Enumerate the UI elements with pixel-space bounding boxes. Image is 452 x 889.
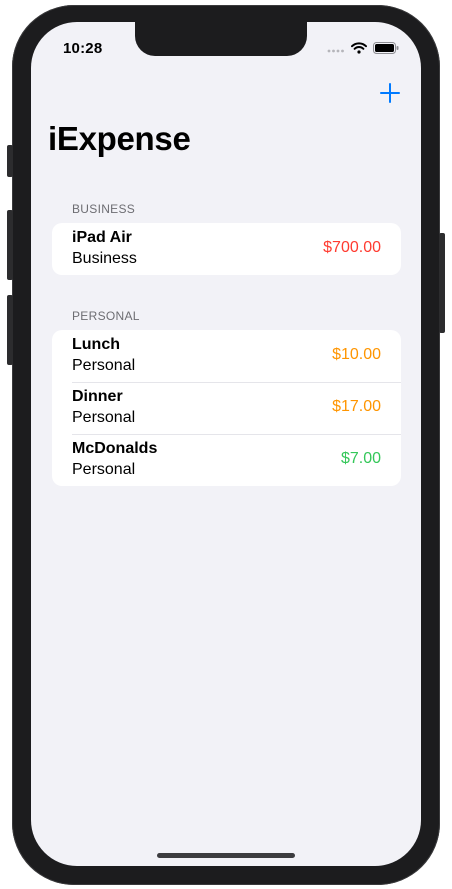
- expense-name: Dinner: [72, 388, 123, 405]
- expense-amount: $7.00: [340, 450, 381, 467]
- list-item[interactable]: McDonalds Personal $7.00: [52, 434, 401, 486]
- personal-expense-list: Lunch Personal $10.00 Dinner Personal $1…: [52, 330, 401, 486]
- wifi-icon: [351, 42, 367, 54]
- section-header-personal: PERSONAL: [72, 309, 140, 323]
- expense-name: iPad Air: [72, 229, 132, 246]
- home-indicator: [157, 853, 295, 858]
- side-button: [439, 233, 445, 333]
- expense-amount: $10.00: [332, 346, 381, 363]
- expense-name: Lunch: [72, 336, 120, 353]
- list-item[interactable]: Lunch Personal $10.00: [52, 330, 401, 382]
- cellular-signal-icon: [327, 49, 344, 53]
- business-expense-list: iPad Air Business $700.00: [52, 223, 401, 275]
- expense-type: Personal: [72, 461, 136, 478]
- battery-icon: [373, 42, 399, 54]
- section-header-business: BUSINESS: [72, 202, 136, 216]
- page-title: iExpense: [48, 120, 191, 157]
- add-expense-button[interactable]: [377, 80, 403, 106]
- status-icons: [327, 42, 399, 54]
- notch: [135, 22, 307, 56]
- volume-down-button: [7, 295, 13, 365]
- screen: 10:28 iExpense BUSINESS iPad Air Busines…: [31, 22, 421, 866]
- expense-name: McDonalds: [72, 440, 158, 457]
- expense-amount: $700.00: [323, 239, 381, 256]
- expense-type: Personal: [72, 357, 136, 374]
- status-time: 10:28: [63, 40, 103, 57]
- silent-switch: [7, 145, 13, 177]
- volume-up-button: [7, 210, 13, 280]
- list-item[interactable]: iPad Air Business $700.00: [52, 223, 401, 275]
- expense-amount: $17.00: [332, 398, 381, 415]
- expense-type: Business: [72, 250, 137, 267]
- list-item[interactable]: Dinner Personal $17.00: [52, 382, 401, 434]
- expense-type: Personal: [72, 409, 136, 426]
- plus-icon: [380, 83, 400, 103]
